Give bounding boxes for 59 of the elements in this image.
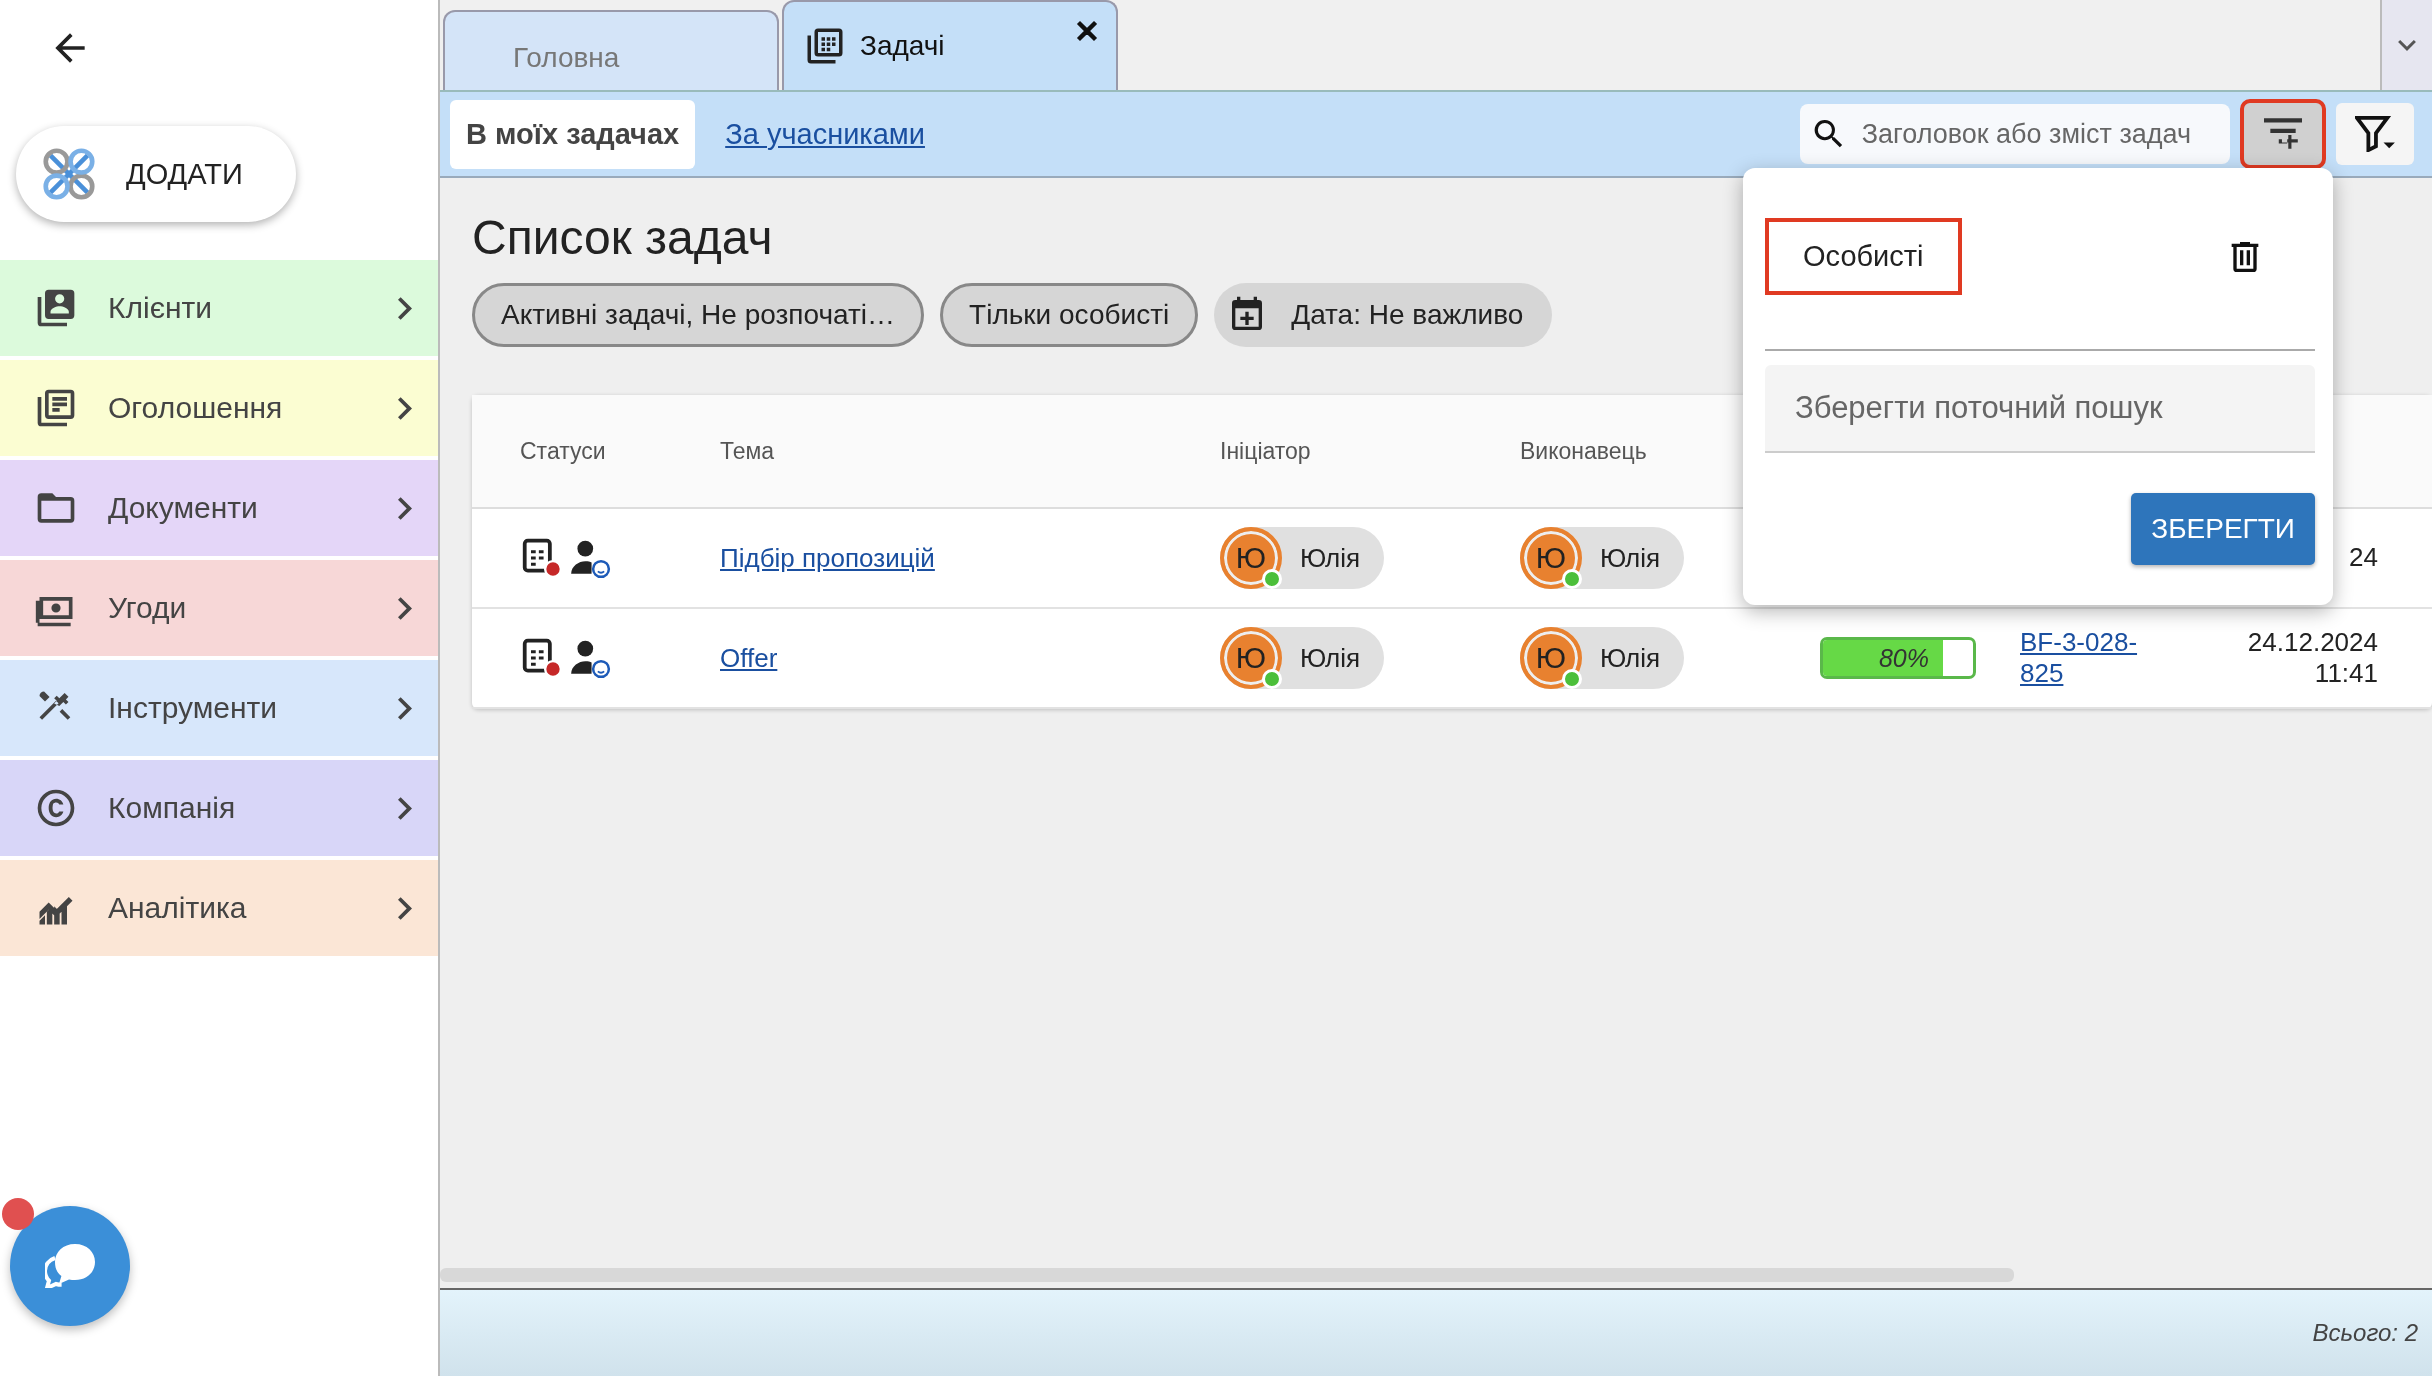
date-text: 24 [2348,542,2378,574]
chevron-right-icon [398,496,412,520]
save-button[interactable]: ЗБЕРЕГТИ [2131,493,2315,565]
filter-chip[interactable]: Тільки особисті [940,283,1199,347]
column-header: Статуси [519,437,607,465]
sidebar-item-label: Оголошення [108,391,284,425]
sidebar-item[interactable]: Угоди [0,560,438,656]
page-title: Список задач [472,210,773,265]
user-chip[interactable]: Ю Юлія [1220,527,1385,589]
filter-button[interactable] [2336,103,2414,165]
column-header: Ініціатор [1219,437,1312,465]
view-tab[interactable]: За учасниками [709,99,941,169]
chevron-down-icon [2398,39,2416,51]
chat-bubbles-icon [45,1244,95,1288]
avatar: Ю [1520,527,1582,589]
search-name-field[interactable]: Зберегти поточний пошук [1765,365,2315,453]
sidebar-item-label: Угоди [108,591,188,625]
sidebar-item[interactable]: Оголошення [0,360,438,456]
scrollbar-thumb[interactable] [440,1268,2014,1282]
task-link[interactable]: Offer [720,642,778,673]
user-chip[interactable]: Ю Юлія [1220,627,1385,689]
chevron-right-icon [398,396,412,420]
filter-add-icon [2264,118,2302,150]
date-text: 24.12.2024 11:41 [2246,626,2378,690]
chevron-right-icon [398,696,412,720]
tab[interactable]: Задачі [782,0,1118,90]
sidebar-item[interactable]: Аналітика [0,860,438,956]
chat-button[interactable] [10,1206,130,1326]
reference-link[interactable]: BF-3-028-825 [2020,626,2140,690]
progress-label: 80% [1878,644,1929,673]
add-button[interactable]: ДОДАТИ [16,126,296,222]
view-tab[interactable]: В моїх задачах [450,99,696,169]
column-header: Тема [719,437,776,465]
sidebar-item-label: Документи [108,491,259,525]
chevron-right-icon [398,296,412,320]
avatar: Ю [1220,527,1282,589]
sidebar-item-label: Компанія [108,791,237,825]
sidebar-item[interactable]: Клієнти [0,260,438,356]
user-chip[interactable]: Ю Юлія [1520,627,1685,689]
filter-chip[interactable]: Дата: Не важливо [1214,283,1553,347]
sidebar-item[interactable]: Документи [0,460,438,556]
chevron-right-icon [398,796,412,820]
sidebar-item-label: Інструменти [108,691,279,725]
sidebar-item-label: Клієнти [108,291,214,325]
saved-search-item[interactable]: Особисті [1765,218,1962,295]
chevron-right-icon [398,596,412,620]
chevron-right-icon [398,896,412,920]
total-count: Всього: 2 [2312,1319,2418,1347]
sidebar-item-label: Аналітика [108,891,248,925]
avatar: Ю [1520,627,1582,689]
task-link[interactable]: Підбір пропозицій [720,542,935,573]
sidebar-item[interactable]: Компанія [0,760,438,856]
search-field[interactable]: Заголовок або зміст задач [1800,104,2230,164]
avatar: Ю [1220,627,1282,689]
column-header: Виконавець [1519,437,1648,465]
sidebar-item[interactable]: Інструменти [0,660,438,756]
filter-chip[interactable]: Активні задачі, Не розпочаті… [472,283,925,347]
user-chip[interactable]: Ю Юлія [1520,527,1685,589]
filter-icon [2355,116,2395,152]
